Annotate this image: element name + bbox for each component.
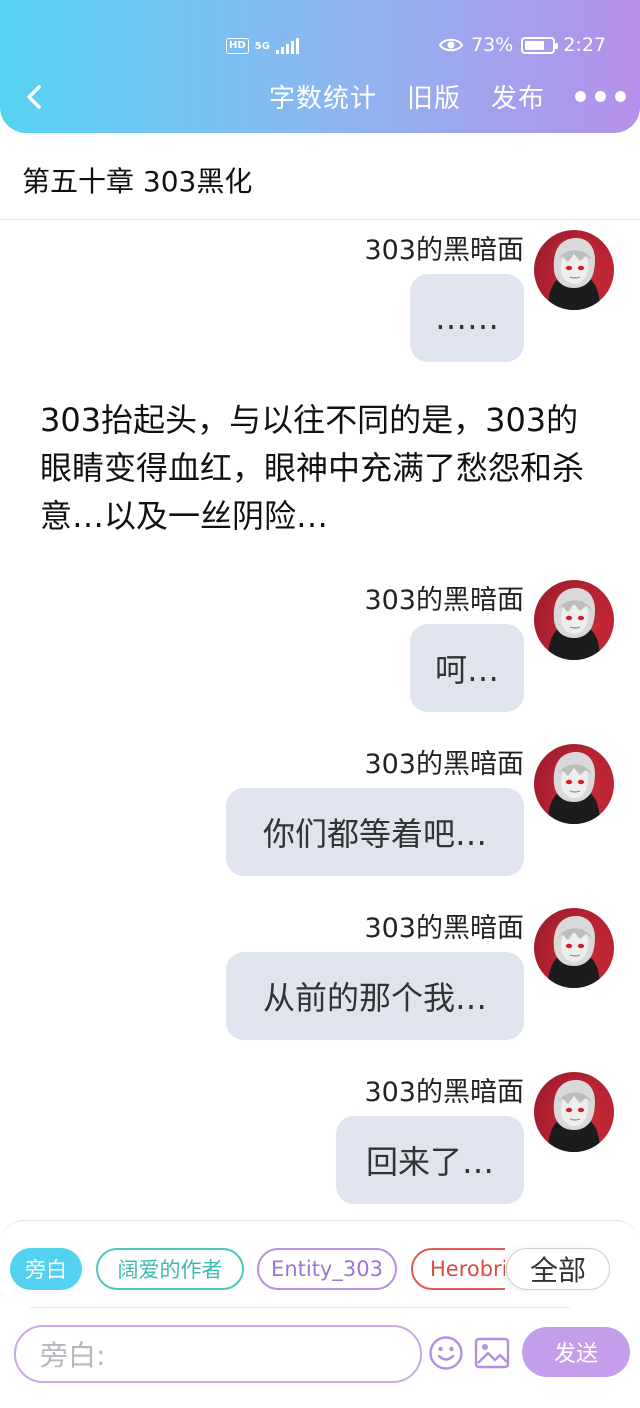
old-version-button[interactable]: 旧版 [407, 78, 461, 115]
avatar[interactable] [534, 744, 614, 824]
more-dot-icon [575, 91, 586, 102]
emoji-button[interactable] [428, 1335, 464, 1371]
image-icon [474, 1337, 510, 1369]
status-bar: HD 5G 73% 2:27 [0, 34, 640, 62]
composer-panel: 旁白 阔爱的作者 Entity_303 Herobrine 全部 发送 [0, 1220, 640, 1408]
chat-message[interactable]: 303的黑暗面 你们都等着吧… [14, 742, 614, 882]
role-chip-author[interactable]: 阔爱的作者 [96, 1248, 244, 1290]
chapter-title[interactable]: 第五十章 303黑化 [22, 160, 252, 200]
speaker-name: 303的黑暗面 [364, 749, 524, 780]
role-chip-herobrine[interactable]: Herobrine [411, 1248, 505, 1290]
avatar[interactable] [534, 230, 614, 310]
speaker-name: 303的黑暗面 [364, 1077, 524, 1108]
clock: 2:27 [563, 34, 606, 56]
role-chip-list[interactable]: 旁白 阔爱的作者 Entity_303 Herobrine [10, 1248, 505, 1292]
emoji-icon [429, 1336, 463, 1370]
chat-message[interactable]: 303的黑暗面 呵… [14, 578, 614, 718]
signal-icon [275, 38, 299, 54]
message-input[interactable] [40, 1335, 400, 1375]
role-divider [30, 1307, 570, 1308]
message-bubble[interactable]: 呵… [410, 624, 524, 712]
more-dot-icon [615, 91, 626, 102]
avatar[interactable] [534, 580, 614, 660]
word-count-button[interactable]: 字数统计 [269, 78, 377, 115]
nav-bar: 字数统计 旧版 发布 [0, 72, 640, 124]
back-button[interactable] [20, 82, 50, 112]
character-avatar-icon [548, 752, 600, 824]
more-options-button[interactable] [575, 85, 626, 108]
role-chip-narrator[interactable]: 旁白 [10, 1248, 82, 1290]
status-right: 73% 2:27 [439, 34, 606, 56]
message-bubble[interactable]: 从前的那个我… [226, 952, 524, 1040]
speaker-name: 303的黑暗面 [364, 585, 524, 616]
message-input-wrapper [14, 1325, 422, 1383]
character-avatar-icon [548, 588, 600, 660]
app-header: HD 5G 73% 2:27 字数统计 旧版 发布 [0, 0, 640, 133]
chat-message[interactable]: 303的黑暗面 从前的那个我… [14, 906, 614, 1046]
network-indicators: HD 5G [226, 38, 299, 54]
title-divider [0, 219, 640, 220]
message-bubble[interactable]: …… [410, 274, 524, 362]
role-chip-entity-303[interactable]: Entity_303 [257, 1248, 397, 1290]
message-bubble[interactable]: 回来了… [336, 1116, 524, 1204]
chevron-left-icon [27, 85, 41, 109]
image-button[interactable] [474, 1337, 510, 1369]
role-selector: 旁白 阔爱的作者 Entity_303 Herobrine 全部 [10, 1248, 630, 1292]
character-avatar-icon [548, 1080, 600, 1152]
chat-message[interactable]: 303的黑暗面 …… [14, 228, 614, 368]
battery-icon [521, 36, 559, 54]
character-avatar-icon [548, 238, 600, 310]
narration-text[interactable]: 303抬起头，与以往不同的是，303的眼睛变得血红，眼神中充满了愁怨和杀意…以及… [40, 396, 600, 540]
speaker-name: 303的黑暗面 [364, 913, 524, 944]
avatar[interactable] [534, 1072, 614, 1152]
more-dot-icon [595, 91, 606, 102]
send-button[interactable]: 发送 [522, 1327, 630, 1377]
character-avatar-icon [548, 916, 600, 988]
publish-button[interactable]: 发布 [491, 78, 545, 115]
chat-message[interactable]: 303的黑暗面 回来了… [14, 1070, 614, 1210]
all-roles-button[interactable]: 全部 [506, 1248, 610, 1290]
message-bubble[interactable]: 你们都等着吧… [226, 788, 524, 876]
battery-fill [525, 40, 545, 50]
nav-actions: 字数统计 旧版 发布 [269, 78, 640, 115]
battery-percent: 73% [471, 34, 514, 56]
speaker-name: 303的黑暗面 [364, 235, 524, 266]
hd-badge: HD [226, 38, 249, 54]
network-type: 5G [254, 40, 270, 52]
avatar[interactable] [534, 908, 614, 988]
eye-comfort-icon [439, 38, 464, 52]
